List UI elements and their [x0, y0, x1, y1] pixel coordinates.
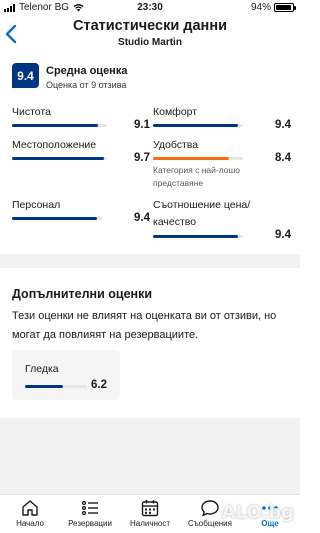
category-value: 9.4	[275, 229, 291, 241]
additional-rating-label: Гледка	[25, 363, 59, 375]
average-score-block: 9.4 Средна оценка Оценка от 9 отзива	[12, 63, 292, 91]
battery-icon	[274, 3, 296, 12]
additional-ratings-title: Допълнителни оценки	[12, 287, 153, 301]
category-label: Съотношение цена/качество	[153, 199, 251, 228]
category-bar-fill	[153, 124, 238, 127]
average-title: Средна оценка	[46, 65, 128, 77]
category-comfort: Комфорт 9.4	[153, 106, 291, 132]
additional-rating-bar-fill	[25, 385, 64, 388]
category-cleanliness: Чистота 9.1	[12, 106, 150, 132]
additional-rating-view-card: Гледка 6.2	[12, 350, 120, 400]
category-value: 9.1	[134, 119, 150, 131]
header: Статистически данни Studio Martin	[0, 16, 300, 56]
average-score-badge: 9.4	[12, 63, 39, 88]
category-bar	[12, 217, 102, 220]
category-value: 9.4	[134, 212, 150, 224]
category-value: 8.4	[275, 152, 291, 164]
additional-rating-value: 6.2	[91, 379, 107, 391]
average-subtitle: Оценка от 9 отзива	[46, 80, 127, 90]
status-right: 94%	[250, 2, 296, 13]
tab-availability[interactable]: Наличност	[120, 495, 180, 533]
section-divider	[0, 254, 300, 268]
additional-ratings-description: Тези оценки не влияят на оценката ви от …	[12, 310, 277, 341]
category-bar	[153, 124, 243, 127]
category-location: Местоположение 9.7	[12, 139, 150, 165]
category-label: Чистота	[12, 106, 51, 118]
tab-label: Резервации	[68, 519, 112, 528]
category-label: Персонал	[12, 199, 61, 211]
category-bar-fill	[153, 157, 229, 160]
category-label: Местоположение	[12, 139, 97, 151]
category-value-for-money: Съотношение цена/качество 9.4	[153, 197, 291, 242]
category-facilities: Удобства 8.4 Категория с най-лошо предст…	[153, 139, 291, 195]
category-bar	[153, 157, 243, 160]
status-bar: Telenor BG 23:30 94%	[0, 0, 300, 16]
category-value: 9.7	[134, 152, 150, 164]
calendar-icon	[141, 500, 159, 517]
additional-rating-bar	[25, 385, 87, 388]
page-subtitle: Studio Martin	[118, 37, 182, 48]
category-bar	[12, 157, 107, 160]
tab-reservations[interactable]: Резервации	[60, 495, 120, 533]
battery-fill	[276, 5, 292, 10]
category-value: 9.4	[275, 119, 291, 131]
home-icon	[22, 500, 38, 516]
category-bar	[12, 124, 107, 127]
page-title: Статистически данни	[73, 18, 227, 34]
category-staff: Персонал 9.4	[12, 199, 150, 225]
tab-label: Наличност	[129, 519, 171, 528]
category-note: Категория с най-лошо представяне	[153, 165, 241, 188]
category-label: Удобства	[153, 139, 199, 151]
battery-percent: 94%	[250, 2, 271, 13]
category-bar-fill	[12, 217, 97, 220]
category-bar-fill	[12, 124, 99, 127]
category-bar-fill	[153, 235, 238, 238]
category-bar	[153, 235, 243, 238]
category-label: Комфорт	[153, 106, 198, 118]
category-bar-fill	[12, 157, 105, 160]
tab-home[interactable]: Начало	[0, 495, 60, 533]
tab-label: Начало	[16, 519, 44, 528]
watermark-logo: ALO.bg	[221, 502, 294, 523]
empty-area	[0, 418, 300, 494]
list-icon	[81, 500, 98, 516]
chat-icon	[201, 500, 219, 517]
